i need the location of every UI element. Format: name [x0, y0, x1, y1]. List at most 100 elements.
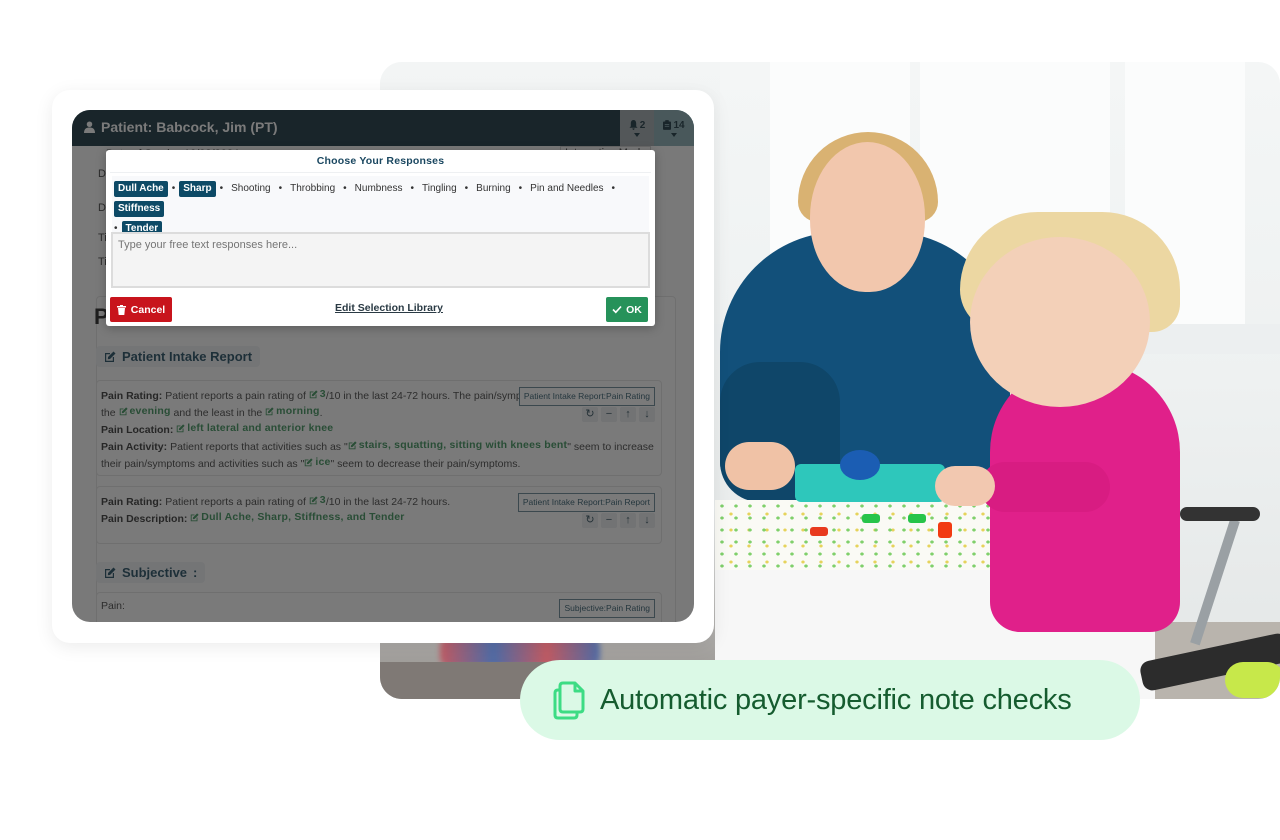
user-icon: [84, 121, 95, 133]
trash-icon: [116, 304, 126, 315]
choice-tingling[interactable]: Tingling: [418, 181, 461, 197]
choose-responses-modal: Choose Your Responses Dull Ache • Sharp • Sh…: [106, 150, 655, 326]
entry-text-part: Patient reports a pain rating of: [165, 390, 309, 402]
entry-field-label: Pain Activity:: [101, 441, 168, 453]
separator-dot: •: [464, 183, 469, 194]
choice-shooting[interactable]: Shooting: [227, 181, 274, 197]
choice-throbbing[interactable]: Throbbing: [286, 181, 339, 197]
notifications-count: 2: [639, 119, 646, 131]
photo-toy-piece: [938, 522, 952, 538]
minus-icon[interactable]: −: [601, 407, 617, 422]
separator-dot: •: [410, 183, 414, 194]
separator-dot: •: [343, 183, 347, 194]
feature-pill: Automatic payer-specific note checks: [520, 660, 1140, 740]
edit-icon: [309, 496, 318, 505]
entry-text: Pain Location: left lateral and anterior…: [101, 421, 655, 438]
entry-field-label: Pain Description:: [101, 513, 188, 525]
section-patient-intake-report[interactable]: Patient Intake Report: [96, 346, 261, 367]
edit-icon: [191, 513, 199, 522]
photo-toy-piece: [908, 514, 926, 523]
entry-controls: ↻ − ↑ ↓: [582, 513, 655, 528]
ok-button[interactable]: OK: [606, 297, 648, 322]
entry-controls: ↻ − ↑ ↓: [582, 407, 655, 422]
chevron-down-icon: [634, 132, 640, 137]
entry-text: Pain Description: Dull Ache, Sharp, Stif…: [101, 510, 655, 527]
choice-numbness[interactable]: Numbness: [351, 181, 407, 197]
response-tag[interactable]: 3: [309, 493, 326, 508]
refresh-icon[interactable]: ↻: [582, 513, 598, 528]
section-title: Patient Intake Report: [122, 349, 253, 364]
response-tag[interactable]: morning: [265, 404, 319, 419]
photo-child-hand: [935, 466, 995, 506]
choice-stiffness[interactable]: Stiffness: [114, 201, 165, 217]
photo-child-arm: [980, 462, 1110, 512]
chevron-down-icon: [671, 132, 677, 137]
patient-name: Patient: Babcock, Jim (PT): [101, 119, 278, 135]
modal-divider: [110, 172, 651, 173]
arrow-down-icon[interactable]: ↓: [639, 513, 655, 528]
arrow-up-icon[interactable]: ↑: [620, 513, 636, 528]
entry-text-part: Patient reports a pain rating of: [165, 496, 309, 508]
cancel-button[interactable]: Cancel: [110, 297, 172, 322]
check-icon: [612, 305, 622, 314]
separator-dot: •: [278, 183, 283, 194]
feature-text: Automatic payer-specific note checks: [600, 683, 1072, 716]
edit-icon: [305, 458, 313, 467]
entry-source-tag: Patient Intake Report:Pain Rating: [518, 387, 655, 406]
arrow-up-icon[interactable]: ↑: [620, 407, 636, 422]
entry-field-label: Pain Rating:: [101, 390, 163, 402]
response-tag-value: Dull Ache, Sharp, Stiffness, and Tender: [201, 511, 405, 523]
note-entry[interactable]: Pain Rating: Patient reports a pain rati…: [96, 380, 662, 476]
choice-burning[interactable]: Burning: [472, 181, 514, 197]
tasks-count: 14: [673, 119, 685, 131]
entry-field-label: Pain Location:: [101, 424, 174, 436]
entry-source-tag: Subjective:Pain Rating: [559, 599, 655, 618]
response-tag-value: ice: [315, 456, 331, 468]
section-subjective[interactable]: Subjective :: [96, 562, 206, 583]
response-tag[interactable]: evening: [119, 404, 171, 419]
response-tag-value: left lateral and anterior knee: [187, 422, 334, 434]
response-tag[interactable]: left lateral and anterior knee: [176, 421, 333, 436]
photo-clay-ball: [840, 450, 880, 480]
section-title-suffix: :: [193, 565, 198, 580]
minus-icon[interactable]: −: [601, 513, 617, 528]
refresh-icon[interactable]: ↻: [582, 407, 598, 422]
choice-dull-ache[interactable]: Dull Ache: [114, 181, 168, 197]
response-tag[interactable]: ice: [304, 455, 330, 470]
separator-dot: •: [611, 183, 616, 194]
edit-icon: [105, 351, 116, 362]
photo-child-face: [970, 237, 1150, 407]
entry-text-part: " seem to decrease their pain/symptoms.: [330, 458, 521, 470]
note-entry[interactable]: Pain: Subjective:Pain Rating: [96, 592, 662, 622]
edit-icon: [348, 441, 357, 450]
clipboard-icon: [663, 120, 672, 130]
choice-sharp[interactable]: Sharp: [179, 181, 216, 197]
entry-source-tag: Patient Intake Report:Pain Report: [517, 493, 655, 512]
edit-icon: [119, 407, 128, 416]
choice-pin-and-needles[interactable]: Pin and Needles: [526, 181, 607, 197]
separator-dot: •: [219, 183, 224, 194]
photo-toy-piece: [862, 514, 880, 523]
separator-dot: •: [518, 183, 523, 194]
tasks-button[interactable]: 14: [654, 110, 694, 146]
response-tag-value: stairs, squatting, sitting with knees be…: [358, 439, 568, 451]
entry-field-label: Pain Rating:: [101, 496, 163, 508]
bell-icon: [629, 120, 638, 130]
response-tag[interactable]: 3: [309, 387, 326, 402]
cancel-label: Cancel: [130, 303, 166, 316]
response-tag-value: morning: [276, 405, 320, 417]
response-tag[interactable]: Dull Ache, Sharp, Stiffness, and Tender: [190, 510, 404, 525]
edit-icon: [309, 390, 318, 399]
patient-title: Patient: Babcock, Jim (PT): [84, 119, 278, 135]
marketing-stage: Patient: Babcock, Jim (PT) 2 14 Date of …: [0, 0, 1280, 840]
free-text-input[interactable]: [111, 232, 650, 288]
section-title: Subjective: [122, 565, 188, 580]
entry-text-part: /10 in the last 24-72 hours.: [325, 496, 451, 508]
note-entry[interactable]: Pain Rating: Patient reports a pain rati…: [96, 486, 662, 544]
app-header: Patient: Babcock, Jim (PT) 2 14: [72, 110, 694, 146]
notifications-button[interactable]: 2: [620, 110, 654, 146]
ok-label: OK: [626, 303, 642, 316]
arrow-down-icon[interactable]: ↓: [639, 407, 655, 422]
edit-selection-library-link[interactable]: Edit Selection Library: [335, 302, 443, 314]
response-tag[interactable]: stairs, squatting, sitting with knees be…: [348, 438, 568, 453]
